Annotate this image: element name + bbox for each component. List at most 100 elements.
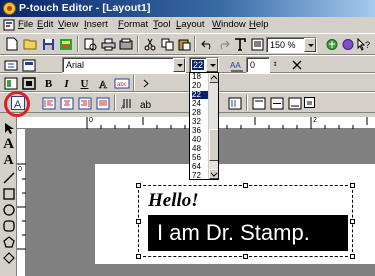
- align-right-button[interactable]: [76, 94, 94, 112]
- layout-top-button[interactable]: [250, 94, 268, 112]
- menu-layout[interactable]: Layout: [176, 19, 205, 30]
- underline-button[interactable]: U: [76, 75, 93, 92]
- font-size-option[interactable]: 28: [192, 109, 208, 117]
- scroll-up-button[interactable]: [209, 73, 218, 83]
- align-left-button[interactable]: [40, 94, 58, 112]
- text-button[interactable]: [231, 35, 249, 53]
- new-button[interactable]: [3, 35, 21, 53]
- resize-handle-ne[interactable]: [350, 183, 355, 188]
- font-size-select[interactable]: 22: [189, 57, 219, 73]
- menu-tool[interactable]: Tool: [153, 19, 170, 30]
- svg-text:?: ?: [365, 40, 370, 50]
- paste-button[interactable]: [175, 35, 193, 53]
- text-direction-button[interactable]: [226, 94, 244, 112]
- more-format-button[interactable]: [137, 74, 155, 92]
- frame-text-button[interactable]: abc: [113, 74, 131, 92]
- undo-icon: [200, 40, 210, 49]
- database-button[interactable]: [57, 35, 75, 53]
- zoom-select[interactable]: 150 %: [266, 37, 317, 53]
- ellipse-tool[interactable]: [1, 203, 16, 217]
- toolbar-expand-button[interactable]: [303, 96, 315, 108]
- close-toolbar-button[interactable]: [288, 56, 306, 74]
- redo-button[interactable]: [214, 35, 232, 53]
- font-size-option[interactable]: 20: [192, 82, 208, 90]
- font-size-option[interactable]: 36: [192, 127, 208, 135]
- menu-format[interactable]: Format: [118, 19, 148, 30]
- chevron-down-icon[interactable]: [206, 58, 218, 72]
- label-text-line2-box[interactable]: I am Dr. Stamp.: [148, 215, 348, 251]
- copy-button[interactable]: [158, 35, 176, 53]
- menu-help[interactable]: Help: [249, 19, 269, 30]
- text-properties-button[interactable]: [2, 56, 20, 74]
- resize-handle-w[interactable]: [136, 219, 141, 224]
- align-center-button[interactable]: [58, 94, 76, 112]
- print-preview-button[interactable]: [81, 35, 99, 53]
- print-label-button[interactable]: [117, 35, 135, 53]
- chevron-down-icon[interactable]: [173, 58, 185, 72]
- diamond-tool[interactable]: [1, 251, 16, 265]
- font-size-option[interactable]: 56: [192, 154, 208, 162]
- bold-button[interactable]: B: [40, 75, 57, 92]
- menu-view[interactable]: View: [58, 19, 78, 30]
- print-button[interactable]: [99, 35, 117, 53]
- svg-text:A: A: [99, 79, 107, 90]
- layout-button[interactable]: [2, 74, 20, 92]
- layout-middle-button[interactable]: [268, 94, 286, 112]
- menu-edit[interactable]: Edit: [37, 19, 53, 30]
- font-size-option[interactable]: 72: [192, 172, 208, 180]
- justify-button[interactable]: [94, 94, 112, 112]
- vertical-text-button[interactable]: A: [118, 94, 136, 112]
- arrow-pointer-icon: [4, 122, 14, 134]
- menu-insert[interactable]: Insert: [84, 19, 108, 30]
- font-size-option[interactable]: 24: [192, 100, 208, 108]
- scroll-thumb[interactable]: [209, 129, 218, 161]
- document-icon[interactable]: [3, 19, 15, 31]
- font-size-option[interactable]: 32: [192, 118, 208, 126]
- font-size-option[interactable]: 64: [192, 163, 208, 171]
- open-button[interactable]: [21, 35, 39, 53]
- label-text-line1[interactable]: Hello!: [148, 190, 199, 212]
- text-frame-tool[interactable]: A: [1, 153, 16, 168]
- font-size-option[interactable]: 48: [192, 145, 208, 153]
- layout-bottom-icon: [288, 97, 302, 109]
- text-direction-icon: [228, 97, 242, 109]
- frame-button[interactable]: [20, 74, 38, 92]
- polygon-tool[interactable]: [1, 235, 16, 249]
- help-button[interactable]: ?: [355, 35, 373, 53]
- chevron-down-icon[interactable]: [304, 38, 316, 52]
- select-tool[interactable]: [1, 121, 16, 135]
- resize-handle-se[interactable]: [350, 254, 355, 259]
- outline-button[interactable]: A: [95, 74, 113, 92]
- cut-button[interactable]: [141, 35, 159, 53]
- rectangle-tool[interactable]: [1, 187, 16, 201]
- line-tool[interactable]: [1, 171, 16, 185]
- font-size-option[interactable]: 18: [192, 73, 208, 81]
- align-center-icon: [60, 97, 74, 109]
- style-button[interactable]: [20, 56, 38, 74]
- layout-bottom-button[interactable]: [286, 94, 304, 112]
- rectangle-icon: [2, 188, 15, 200]
- menu-file[interactable]: File: [18, 19, 33, 30]
- char-spacing-spinner[interactable]: 0: [246, 57, 270, 73]
- resize-handle-s[interactable]: [243, 254, 248, 259]
- rounded-rect-tool[interactable]: [1, 219, 16, 233]
- spin-arrows[interactable]: ↕: [270, 57, 280, 72]
- rotate-button[interactable]: ab: [136, 94, 154, 112]
- menu-window[interactable]: Window: [212, 19, 246, 30]
- properties-button[interactable]: [248, 35, 266, 53]
- toolbar-separator: [194, 36, 196, 52]
- resize-handle-sw[interactable]: [136, 254, 141, 259]
- dropdown-scrollbar[interactable]: [208, 73, 218, 179]
- resize-handle-n[interactable]: [243, 183, 248, 188]
- save-button[interactable]: [39, 35, 57, 53]
- resize-handle-e[interactable]: [350, 219, 355, 224]
- font-name-select[interactable]: Arial: [62, 57, 186, 73]
- text-tool[interactable]: A: [1, 136, 16, 152]
- font-size-option[interactable]: 40: [192, 136, 208, 144]
- ptouch-app-icon: [3, 2, 16, 15]
- resize-handle-nw[interactable]: [136, 183, 141, 188]
- font-size-option-selected[interactable]: 22: [192, 91, 208, 99]
- transfer-icon: [326, 38, 338, 50]
- scroll-down-button[interactable]: [209, 169, 218, 179]
- italic-button[interactable]: I: [58, 75, 75, 92]
